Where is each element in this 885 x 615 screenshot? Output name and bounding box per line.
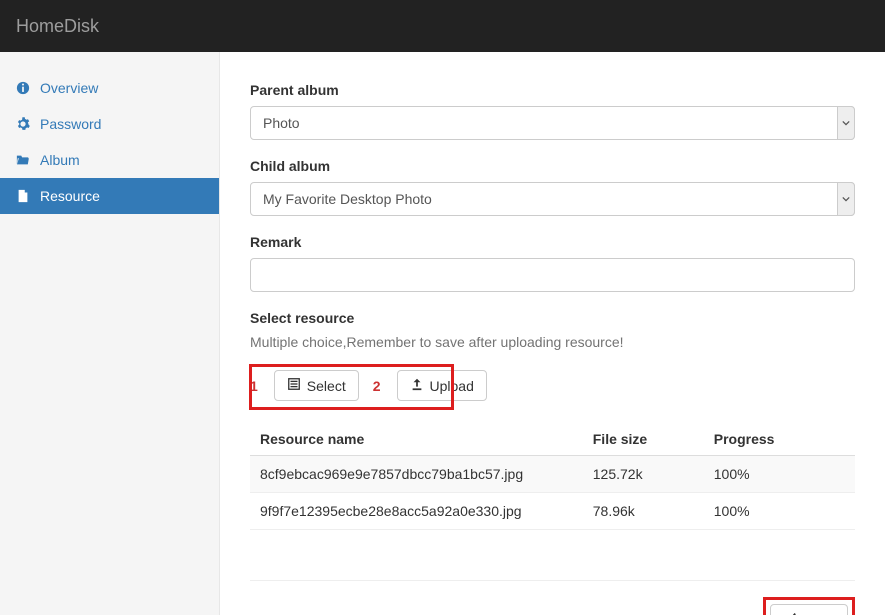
sidebar-item-password[interactable]: Password	[0, 106, 219, 142]
table-row: 9f9f7e12395ecbe28e8acc5a92a0e330.jpg 78.…	[250, 493, 855, 530]
save-button-label: Save	[803, 612, 835, 615]
gear-icon	[16, 117, 30, 131]
child-album-select[interactable]: My Favorite Desktop Photo	[250, 182, 855, 216]
annotation-box-3: Save	[763, 597, 855, 615]
annotation-number-3: 3	[739, 612, 747, 615]
table-header-row: Resource name File size Progress	[250, 423, 855, 456]
parent-album-label: Parent album	[250, 82, 855, 98]
footer-actions: 3 Save	[250, 580, 855, 615]
brand-title: HomeDisk	[16, 16, 99, 37]
upload-button-label: Upload	[430, 378, 474, 394]
cell-size: 78.96k	[583, 493, 704, 530]
cell-progress: 100%	[704, 493, 855, 530]
sidebar-item-label: Album	[40, 152, 80, 168]
upload-icon	[410, 377, 424, 394]
save-button[interactable]: Save	[770, 604, 848, 615]
remark-input[interactable]	[250, 258, 855, 292]
cell-progress: 100%	[704, 456, 855, 493]
table-row: 8cf9ebcac969e9e7857dbcc79ba1bc57.jpg 125…	[250, 456, 855, 493]
col-progress: Progress	[704, 423, 855, 456]
select-resource-label: Select resource	[250, 310, 855, 326]
list-icon	[287, 377, 301, 394]
top-bar: HomeDisk	[0, 0, 885, 52]
child-album-label: Child album	[250, 158, 855, 174]
file-icon	[16, 189, 30, 203]
cell-name: 8cf9ebcac969e9e7857dbcc79ba1bc57.jpg	[250, 456, 583, 493]
sidebar: Overview Password Album Resource	[0, 52, 220, 615]
annotation-number-2: 2	[373, 378, 381, 394]
select-resource-hint: Multiple choice,Remember to save after u…	[250, 334, 855, 350]
parent-album-select[interactable]: Photo	[250, 106, 855, 140]
upload-button[interactable]: Upload	[397, 370, 487, 401]
sidebar-item-label: Password	[40, 116, 101, 132]
info-icon	[16, 81, 30, 95]
select-button[interactable]: Select	[274, 370, 359, 401]
col-name: Resource name	[250, 423, 583, 456]
resource-table: Resource name File size Progress 8cf9ebc…	[250, 423, 855, 530]
annotation-number-1: 1	[250, 378, 258, 394]
main-content: Parent album Photo Child album My Favori…	[220, 52, 885, 615]
cell-size: 125.72k	[583, 456, 704, 493]
sidebar-item-resource[interactable]: Resource	[0, 178, 219, 214]
cell-name: 9f9f7e12395ecbe28e8acc5a92a0e330.jpg	[250, 493, 583, 530]
folder-open-icon	[16, 153, 30, 167]
sidebar-item-overview[interactable]: Overview	[0, 70, 219, 106]
sidebar-item-label: Overview	[40, 80, 98, 96]
select-button-label: Select	[307, 378, 346, 394]
check-icon	[783, 611, 797, 615]
upload-actions: 1 Select 2 Upload	[250, 362, 855, 409]
sidebar-item-album[interactable]: Album	[0, 142, 219, 178]
sidebar-item-label: Resource	[40, 188, 100, 204]
remark-label: Remark	[250, 234, 855, 250]
col-size: File size	[583, 423, 704, 456]
